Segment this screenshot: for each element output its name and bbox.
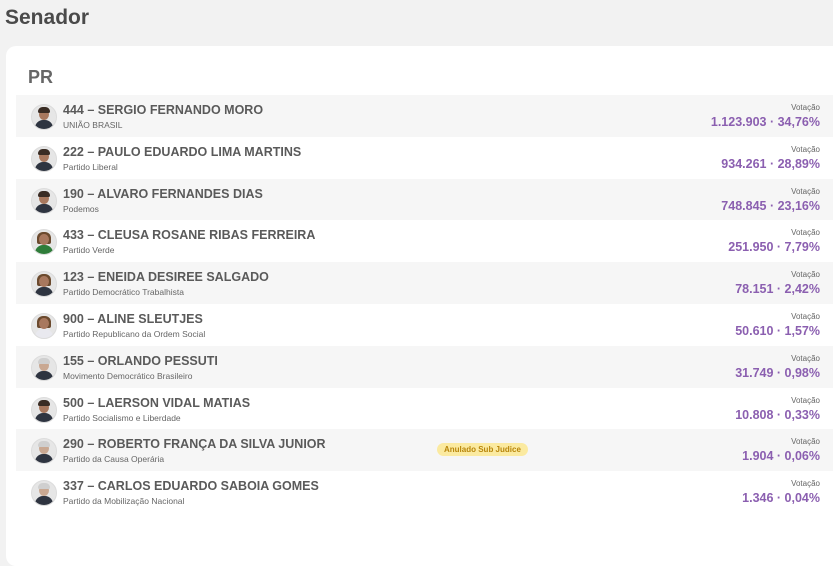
candidate-row[interactable]: 155 – ORLANDO PESSUTI Movimento Democrát…: [16, 345, 833, 388]
candidate-party: Podemos: [63, 203, 99, 214]
candidate-party: Movimento Democrático Brasileiro: [63, 370, 193, 381]
candidate-list: 444 – SERGIO FERNANDO MORO UNIÃO BRASIL …: [16, 95, 833, 513]
votes-value: 1.346 · 0,04%: [742, 491, 820, 506]
candidate-photo: [31, 480, 57, 507]
candidate-party: Partido Socialismo e Liberdade: [63, 412, 181, 423]
votes-value: 31.749 · 0,98%: [735, 365, 820, 380]
votes-label: Votação: [791, 311, 820, 321]
votes-value: 748.845 · 23,16%: [721, 198, 820, 213]
page-title: Senador: [5, 6, 90, 29]
candidate-name: 290 – ROBERTO FRANÇA DA SILVA JUNIOR: [63, 437, 326, 452]
candidate-party: Partido Democrático Trabalhista: [63, 287, 184, 298]
candidate-photo: [31, 354, 57, 381]
votes-label: Votação: [791, 228, 820, 238]
votes-value: 934.261 · 28,89%: [721, 156, 820, 171]
candidate-photo: [31, 104, 57, 130]
votes-value: 50.610 · 1,57%: [735, 323, 820, 338]
candidate-photo: [31, 312, 57, 339]
candidate-party: Partido Liberal: [63, 161, 118, 172]
candidate-name: 190 – ALVARO FERNANDES DIAS: [63, 186, 263, 201]
candidate-row[interactable]: 290 – ROBERTO FRANÇA DA SILVA JUNIOR Par…: [16, 429, 833, 472]
candidate-name: 900 – ALINE SLEUTJES: [63, 311, 203, 326]
candidate-row[interactable]: 123 – ENEIDA DESIREE SALGADO Partido Dem…: [16, 262, 833, 304]
candidate-name: 337 – CARLOS EDUARDO SABOIA GOMES: [63, 479, 319, 494]
votes-label: Votação: [791, 186, 820, 196]
votes-label: Votação: [791, 144, 820, 154]
votes-label: Votação: [791, 103, 820, 112]
candidate-party: Partido da Mobilização Nacional: [63, 496, 185, 507]
candidate-party: Partido Republicano da Ordem Social: [63, 328, 206, 339]
candidate-row[interactable]: 444 – SERGIO FERNANDO MORO UNIÃO BRASIL …: [16, 95, 833, 137]
candidate-party: UNIÃO BRASIL: [63, 120, 123, 130]
candidate-name: 433 – CLEUSA ROSANE RIBAS FERREIRA: [63, 228, 316, 243]
candidate-photo: [31, 396, 57, 423]
votes-value: 1.904 · 0,06%: [742, 449, 820, 464]
votes-value: 1.123.903 · 34,76%: [710, 115, 820, 129]
votes-label: Votação: [791, 437, 820, 447]
votes-value: 251.950 · 7,79%: [728, 240, 820, 255]
candidate-row[interactable]: 222 – PAULO EDUARDO LIMA MARTINS Partido…: [16, 137, 833, 179]
votes-label: Votação: [791, 270, 820, 280]
candidate-row[interactable]: 337 – CARLOS EDUARDO SABOIA GOMES Partid…: [16, 471, 833, 513]
candidate-row[interactable]: 900 – ALINE SLEUTJES Partido Republicano…: [16, 304, 833, 346]
status-badge: Anulado Sub Judice: [437, 443, 528, 457]
candidate-photo: [31, 271, 57, 298]
candidate-party: Partido da Causa Operária: [63, 454, 165, 465]
votes-value: 10.808 · 0,33%: [735, 407, 820, 422]
candidate-photo: [31, 438, 57, 465]
candidate-photo: [31, 145, 57, 172]
votes-value: 78.151 · 2,42%: [735, 282, 820, 297]
candidate-photo: [31, 229, 57, 256]
candidate-party: Partido Verde: [63, 245, 115, 256]
candidate-name: 444 – SERGIO FERNANDO MORO: [63, 103, 264, 117]
candidate-row[interactable]: 190 – ALVARO FERNANDES DIAS Podemos Vota…: [16, 178, 833, 221]
candidate-row[interactable]: 433 – CLEUSA ROSANE RIBAS FERREIRA Parti…: [16, 220, 833, 262]
candidate-photo: [31, 187, 57, 214]
candidate-name: 123 – ENEIDA DESIREE SALGADO: [63, 270, 269, 285]
candidate-name: 155 – ORLANDO PESSUTI: [63, 353, 218, 368]
votes-label: Votação: [791, 353, 820, 363]
state-label: PR: [28, 67, 54, 87]
candidate-name: 500 – LAERSON VIDAL MATIAS: [63, 395, 251, 410]
candidate-name: 222 – PAULO EDUARDO LIMA MARTINS: [63, 144, 302, 159]
candidate-row[interactable]: 500 – LAERSON VIDAL MATIAS Partido Socia…: [16, 388, 833, 430]
votes-label: Votação: [791, 395, 820, 405]
votes-label: Votação: [791, 479, 820, 489]
results-card: PR 444 – SERGIO FERNANDO MORO UNIÃO BRAS…: [6, 46, 833, 566]
